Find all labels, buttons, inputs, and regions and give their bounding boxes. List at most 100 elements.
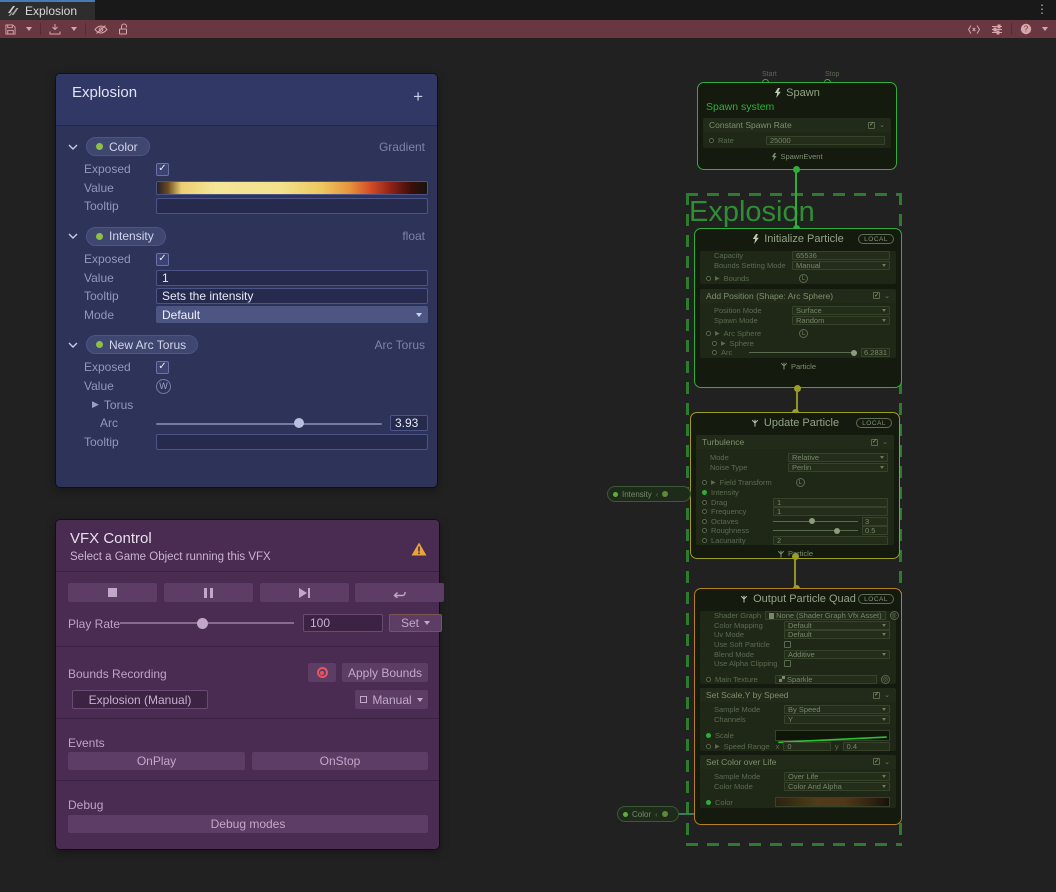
parameter-output-port[interactable] [662, 811, 668, 817]
world-space-toggle[interactable]: W [156, 379, 171, 394]
block-enabled-checkbox[interactable]: ✓ [873, 758, 880, 765]
foldout-arrow-icon[interactable]: ▶ [715, 275, 720, 282]
bounds-port[interactable] [706, 276, 711, 281]
sample-mode-dropdown[interactable]: By Speed [784, 705, 890, 714]
use-soft-particle-checkbox[interactable] [784, 641, 791, 648]
tab-explosion[interactable]: Explosion [0, 0, 95, 20]
exposed-checkbox[interactable]: ✓ [156, 253, 169, 266]
main-texture-field[interactable]: Sparkle [775, 675, 877, 684]
bounds-setting-mode-dropdown[interactable]: Manual [792, 261, 890, 270]
arc-value[interactable]: 6.2831 [861, 348, 890, 357]
color-port-connected[interactable] [706, 800, 711, 805]
pause-button[interactable] [164, 583, 253, 602]
import-dropdown[interactable] [66, 20, 82, 38]
help-button[interactable]: ? [1015, 20, 1037, 38]
parameter-output-port[interactable] [662, 491, 668, 497]
exposed-checkbox[interactable]: ✓ [156, 361, 169, 374]
bounds-target-field[interactable]: Explosion (Manual) [72, 690, 208, 709]
roughness-slider[interactable] [773, 527, 858, 535]
use-alpha-clipping-checkbox[interactable] [784, 660, 791, 667]
import-button[interactable] [44, 20, 66, 38]
sample-mode-dropdown[interactable]: Over Life [784, 772, 890, 781]
field-transform-port[interactable] [702, 480, 707, 485]
shader-graph-field[interactable]: None (Shader Graph Vfx Asset) [765, 611, 885, 620]
gradient-field[interactable] [775, 797, 890, 807]
foldout-arrow-icon[interactable]: ▶ [715, 743, 720, 750]
tooltip-input[interactable] [156, 434, 428, 450]
frequency-input[interactable]: 1 [773, 507, 888, 516]
arc-sphere-port[interactable] [706, 331, 711, 336]
onplay-button[interactable]: OnPlay [68, 752, 245, 770]
blend-mode-dropdown[interactable]: Additive [784, 650, 890, 659]
add-property-button[interactable]: + [413, 92, 423, 102]
lacunarity-input[interactable]: 2 [773, 536, 888, 545]
speed-x-input[interactable]: 0 [783, 742, 830, 751]
set-button[interactable]: Set [389, 614, 442, 632]
slider-handle[interactable] [294, 418, 304, 428]
mode-dropdown[interactable]: Relative [788, 453, 888, 462]
parameter-node-color[interactable]: Color ‹ [617, 806, 679, 822]
block-enabled-checkbox[interactable]: ✓ [873, 692, 880, 699]
gradient-value-field[interactable] [156, 181, 428, 195]
settings-button[interactable] [986, 20, 1008, 38]
update-node[interactable]: Update Particle LOCAL Turbulence ✓ ⌄ Mod… [690, 412, 900, 559]
sphere-port[interactable] [712, 341, 717, 346]
uv-mode-dropdown[interactable]: Default [784, 630, 890, 639]
noise-type-dropdown[interactable]: Perlin [788, 463, 888, 472]
arc-slider[interactable] [749, 349, 857, 357]
roughness-port[interactable] [702, 528, 707, 533]
drag-input[interactable]: 1 [773, 498, 888, 507]
block-enabled-checkbox[interactable]: ✓ [871, 439, 878, 446]
save-button[interactable] [0, 20, 21, 38]
restart-button[interactable] [355, 583, 444, 602]
toggle-visibility-button[interactable] [89, 20, 113, 38]
step-button[interactable] [260, 583, 349, 602]
foldout-arrow-icon[interactable]: ▶ [711, 479, 716, 486]
speed-range-port[interactable] [706, 744, 711, 749]
lock-toggle-button[interactable] [113, 20, 134, 38]
add-position-block[interactable]: Add Position (Shape: Arc Sphere) ✓ ⌄ [700, 289, 896, 303]
collapse-icon[interactable]: ‹ [656, 490, 659, 499]
octaves-value[interactable]: 3 [862, 517, 888, 526]
color-mapping-dropdown[interactable]: Default [784, 621, 890, 630]
octaves-port[interactable] [702, 519, 707, 524]
slider-handle[interactable] [834, 528, 840, 534]
parameter-node-intensity[interactable]: Intensity ‹ [607, 486, 691, 502]
save-dropdown[interactable] [21, 20, 37, 38]
collapse-icon[interactable]: ‹ [655, 810, 658, 819]
update-output-port[interactable] [792, 553, 799, 560]
turbulence-block[interactable]: Turbulence ✓ ⌄ [696, 435, 894, 449]
scale-port[interactable] [706, 733, 711, 738]
lacunarity-port[interactable] [702, 538, 707, 543]
channels-dropdown[interactable]: Y [784, 715, 890, 724]
position-mode-dropdown[interactable]: Surface [792, 306, 890, 315]
speed-y-input[interactable]: 0.4 [843, 742, 890, 751]
frequency-port[interactable] [702, 509, 707, 514]
block-enabled-checkbox[interactable]: ✓ [873, 292, 880, 299]
kebab-menu-icon[interactable]: ⋮ [1036, 2, 1048, 16]
space-toggle[interactable]: L [799, 329, 808, 338]
set-color-block[interactable]: Set Color over Life ✓ ⌄ [700, 755, 896, 769]
drag-port[interactable] [702, 500, 707, 505]
intensity-port-connected[interactable] [702, 490, 707, 495]
scale-curve-field[interactable] [775, 730, 890, 741]
record-bounds-button[interactable] [308, 663, 336, 682]
color-mode-dropdown[interactable]: Color And Alpha [784, 782, 890, 791]
roughness-value[interactable]: 0.5 [862, 526, 888, 535]
spawn-output-port[interactable] [793, 166, 800, 173]
spawn-mode-dropdown[interactable]: Random [792, 316, 890, 325]
onstop-button[interactable]: OnStop [252, 752, 428, 770]
property-pill-color[interactable]: Color [86, 137, 150, 156]
property-intensity-header[interactable]: Intensity float [68, 227, 425, 246]
slider-handle[interactable] [809, 518, 815, 524]
mode-dropdown[interactable]: Default [156, 306, 428, 323]
play-rate-slider[interactable] [120, 617, 294, 629]
slider-handle[interactable] [197, 618, 208, 629]
rate-port[interactable] [709, 138, 714, 143]
property-color-header[interactable]: Color Gradient [68, 137, 425, 156]
space-toggle[interactable]: L [796, 478, 805, 487]
set-scale-block[interactable]: Set Scale.Y by Speed ✓ ⌄ [700, 688, 896, 702]
apply-bounds-button[interactable]: Apply Bounds [342, 663, 428, 682]
capacity-input[interactable]: 65536 [792, 251, 890, 260]
property-arc-torus-header[interactable]: New Arc Torus Arc Torus [68, 335, 425, 354]
